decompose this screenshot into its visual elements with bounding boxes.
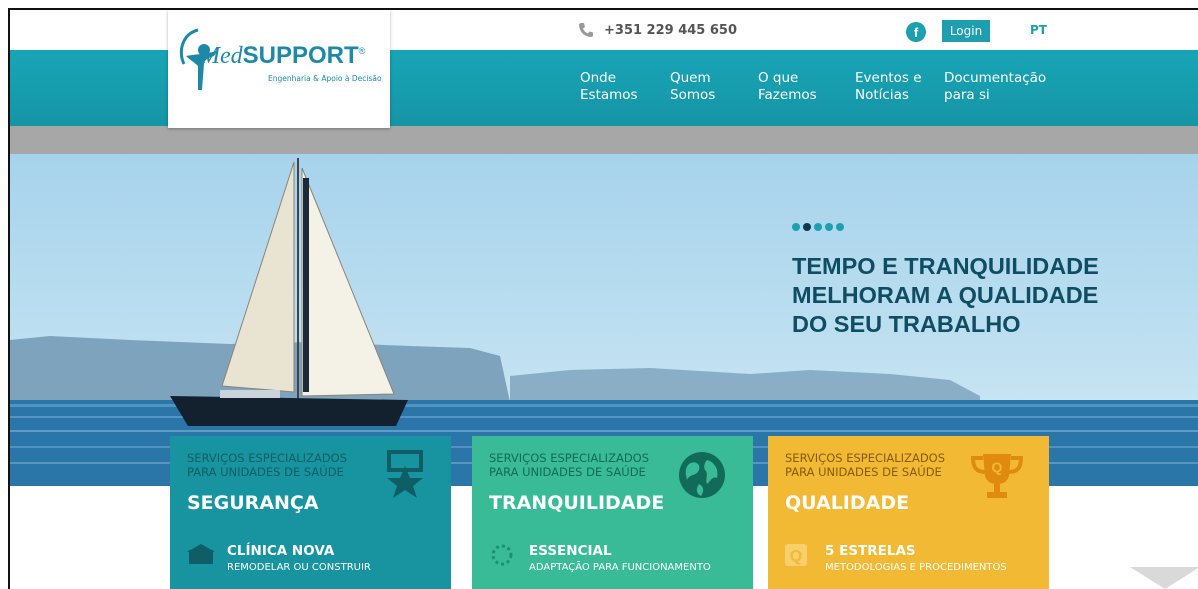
svg-text:Q: Q [992, 459, 1003, 475]
nav-item-label: para si [944, 87, 990, 103]
quality-q-icon: Q [785, 544, 807, 566]
login-button[interactable]: Login [942, 20, 990, 42]
card-feature-subtitle: REMODELAR OU CONSTRUIR [227, 562, 371, 573]
nav-item-label: Onde [580, 70, 617, 86]
facebook-icon[interactable]: f [906, 22, 926, 42]
card-title: TRANQUILIDADE [489, 492, 665, 514]
slide-dot[interactable] [792, 223, 800, 231]
card-subtitle-line: SERVIÇOS ESPECIALIZADOS [187, 451, 348, 465]
trophy-icon: Q [971, 454, 1023, 498]
card-feature-title: ESSENCIAL [529, 543, 612, 559]
card-feature-subtitle: ADAPTAÇÃO PARA FUNCIONAMENTO [529, 562, 711, 573]
card-subtitle-line: SERVIÇOS ESPECIALIZADOS [785, 451, 946, 465]
card-title: QUALIDADE [785, 492, 910, 514]
nav-item-quem-somos[interactable]: Quem Somos [670, 70, 715, 104]
nav-item-documentacao[interactable]: Documentação para si [944, 70, 1046, 104]
card-subtitle-line: PARA UNIDADES DE SAÚDE [187, 465, 344, 479]
headline-line: DO SEU TRABALHO [792, 311, 1021, 337]
card-subtitle-line: PARA UNIDADES DE SAÚDE [785, 465, 942, 479]
nav-item-label: O que [758, 70, 799, 86]
card-subtitle: SERVIÇOS ESPECIALIZADOS PARA UNIDADES DE… [187, 451, 347, 479]
phone-contact[interactable]: +351 229 445 650 [578, 22, 737, 38]
card-subtitle-line: PARA UNIDADES DE SAÚDE [489, 465, 646, 479]
page-frame: +351 229 445 650 f Login PT Onde Estamos… [8, 8, 1198, 589]
svg-text:Q: Q [790, 548, 802, 565]
card-seguranca[interactable]: SERVIÇOS ESPECIALIZADOS PARA UNIDADES DE… [170, 436, 451, 589]
card-subtitle: SERVIÇOS ESPECIALIZADOS PARA UNIDADES DE… [489, 451, 649, 479]
logo-wordmark: MedSUPPORT® [200, 42, 366, 69]
scroll-down-icon[interactable] [1130, 567, 1198, 589]
essential-icon [491, 544, 513, 566]
nav-item-label: Documentação [944, 70, 1047, 86]
headline-line: MELHORAM A QUALIDADE [792, 282, 1099, 308]
card-subtitle: SERVIÇOS ESPECIALIZADOS PARA UNIDADES DE… [785, 451, 945, 479]
logo[interactable]: MedSUPPORT® Engenharia & Apoio à Decisão [168, 10, 390, 128]
card-qualidade[interactable]: SERVIÇOS ESPECIALIZADOS PARA UNIDADES DE… [768, 436, 1049, 589]
slide-dot[interactable] [803, 223, 811, 231]
nav-item-label: Estamos [580, 87, 638, 103]
nav-item-eventos-noticias[interactable]: Eventos e Notícias [855, 70, 922, 104]
card-feature-title: 5 ESTRELAS [825, 543, 916, 559]
nav-item-label: Eventos e [855, 70, 922, 86]
logo-tagline: Engenharia & Apoio à Decisão [268, 74, 382, 83]
hero-headline: TEMPO E TRANQUILIDADE MELHORAM A QUALIDA… [792, 252, 1152, 339]
slide-dot[interactable] [814, 223, 822, 231]
phone-icon [579, 23, 593, 37]
slide-dot[interactable] [836, 223, 844, 231]
slide-indicator [792, 223, 844, 231]
card-title: SEGURANÇA [187, 492, 319, 514]
card-feature-title: CLÍNICA NOVA [227, 543, 335, 559]
language-selector[interactable]: PT [1030, 23, 1047, 37]
nav-item-onde-estamos[interactable]: Onde Estamos [580, 70, 638, 104]
card-feature-subtitle: METODOLOGIAS E PROCEDIMENTOS [825, 562, 1007, 573]
card-tranquilidade[interactable]: SERVIÇOS ESPECIALIZADOS PARA UNIDADES DE… [472, 436, 753, 589]
nav-item-o-que-fazemos[interactable]: O que Fazemos [758, 70, 817, 104]
card-subtitle-line: SERVIÇOS ESPECIALIZADOS [489, 451, 650, 465]
clinic-icon [187, 544, 215, 564]
nav-item-label: Somos [670, 87, 716, 103]
sub-header-bar [10, 126, 1198, 154]
nav-item-label: Fazemos [758, 87, 817, 103]
headline-line: TEMPO E TRANQUILIDADE [792, 253, 1099, 279]
award-ribbon-icon [387, 450, 423, 498]
phone-number: +351 229 445 650 [604, 22, 738, 38]
nav-item-label: Notícias [855, 87, 909, 103]
globe-icon [679, 452, 725, 498]
slide-dot[interactable] [825, 223, 833, 231]
nav-item-label: Quem [670, 70, 711, 86]
